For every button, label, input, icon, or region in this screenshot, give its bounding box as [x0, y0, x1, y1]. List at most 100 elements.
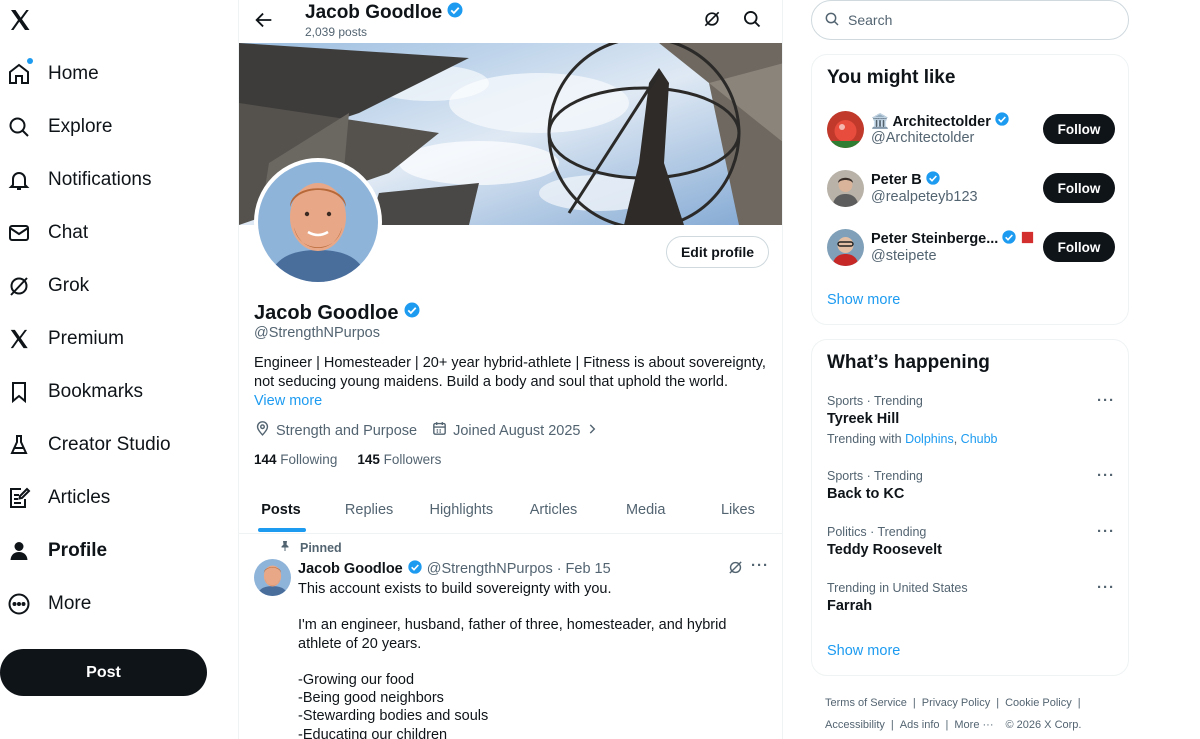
trend-more-menu[interactable]: ··· — [1097, 392, 1115, 409]
suggested-avatar[interactable] — [827, 229, 864, 266]
who-to-follow-show-more[interactable]: Show more — [827, 292, 900, 308]
trend-item[interactable]: Sports · Trending Back to KC ··· — [827, 467, 1115, 502]
back-arrow-icon[interactable] — [253, 9, 275, 31]
nav-label: Notifications — [48, 169, 152, 190]
post-author-handle[interactable]: @StrengthNPurpos — [427, 561, 553, 577]
tab-likes[interactable]: Likes — [692, 487, 782, 533]
nav-chat[interactable]: Chat — [6, 213, 88, 253]
nav-label: Bookmarks — [48, 381, 144, 402]
footer-link-privacy[interactable]: Privacy Policy — [922, 697, 990, 709]
suggested-account[interactable]: 🏛️ Architectolder @Architectolder Follow — [827, 111, 1115, 151]
chevron-right-icon — [585, 422, 599, 440]
trend-more-menu[interactable]: ··· — [1097, 467, 1115, 484]
profile-joined[interactable]: Joined August 2025 — [431, 420, 599, 441]
nav-notifications[interactable]: Notifications — [6, 160, 152, 200]
search-box[interactable] — [811, 0, 1129, 40]
trend-more-menu[interactable]: ··· — [1097, 523, 1115, 540]
verified-badge-icon[interactable] — [403, 301, 421, 325]
nav-home[interactable]: Home — [6, 54, 99, 94]
search-input[interactable] — [848, 12, 1108, 28]
suggested-name[interactable]: 🏛️ Architectolder — [871, 111, 1010, 131]
who-to-follow-card: You might like 🏛️ Architectolder @Archit… — [811, 54, 1129, 325]
nav-grok[interactable]: Grok — [6, 266, 89, 306]
post-line — [298, 653, 768, 671]
profile-handle: @StrengthNPurpos — [254, 325, 380, 341]
suggested-name[interactable]: Peter B — [871, 170, 941, 190]
nav-label: More — [48, 593, 92, 614]
nav-profile[interactable]: Profile — [6, 531, 107, 571]
footer-sep: | — [1077, 697, 1081, 709]
post-author-avatar[interactable] — [254, 559, 291, 596]
joined-text: Joined August 2025 — [453, 422, 581, 439]
trend-item[interactable]: Trending in United States Farrah ··· — [827, 579, 1115, 614]
tab-highlights[interactable]: Highlights — [415, 487, 507, 533]
post-line: -Growing our food — [298, 671, 415, 688]
trend-related-link[interactable]: Chubb — [961, 432, 998, 446]
post-dot-separator: · — [556, 561, 562, 577]
search-icon — [824, 11, 840, 30]
follow-button[interactable]: Follow — [1043, 173, 1115, 203]
nav-creator-studio[interactable]: Creator Studio — [6, 425, 171, 465]
following-link[interactable]: 144 Following — [254, 452, 337, 467]
footer-link-cookie[interactable]: Cookie Policy — [1005, 697, 1072, 709]
edit-profile-button[interactable]: Edit profile — [666, 236, 769, 268]
nav-label: Profile — [48, 540, 108, 561]
verified-badge-icon — [407, 559, 423, 579]
trend-item[interactable]: Politics · Trending Teddy Roosevelt ··· — [827, 523, 1115, 558]
nav-articles[interactable]: Articles — [6, 478, 110, 518]
profile-display-name: Jacob Goodloe — [254, 301, 421, 325]
view-more-link[interactable]: View more — [254, 393, 322, 409]
footer-copyright: © 2026 X Corp. — [1005, 719, 1082, 731]
post-more-menu[interactable]: ··· — [751, 557, 769, 574]
footer-link-ads[interactable]: Ads info — [900, 719, 940, 731]
bio-line: not seducing young maidens. Build a body… — [254, 374, 728, 390]
profile-column: Jacob Goodloe 2,039 posts Edit profile J… — [238, 0, 783, 739]
trends-show-more[interactable]: Show more — [827, 643, 900, 659]
followers-link[interactable]: 145 Followers — [357, 452, 441, 467]
suggested-avatar[interactable] — [827, 111, 864, 148]
nav-more[interactable]: More — [6, 584, 91, 624]
trend-more-menu[interactable]: ··· — [1097, 579, 1115, 596]
profile-location: Strength and Purpose — [254, 420, 417, 441]
post-body: This account exists to build sovereignty… — [298, 580, 768, 739]
footer-sep: | — [996, 697, 1000, 709]
footer-link-terms[interactable]: Terms of Service — [825, 697, 907, 709]
followers-label: Followers — [383, 452, 442, 467]
grok-icon[interactable] — [702, 9, 724, 31]
nav-label: Home — [48, 63, 99, 84]
nav-explore[interactable]: Explore — [6, 107, 112, 147]
calendar-icon — [431, 420, 448, 441]
x-logo-icon[interactable] — [8, 8, 32, 34]
footer-link-accessibility[interactable]: Accessibility — [825, 719, 885, 731]
nav-label: Explore — [48, 116, 113, 137]
grok-icon[interactable] — [727, 559, 745, 577]
tab-replies[interactable]: Replies — [323, 487, 415, 533]
follow-button[interactable]: Follow — [1043, 114, 1115, 144]
post-button[interactable]: Post — [0, 649, 207, 696]
post-author-name[interactable]: Jacob Goodloe — [298, 561, 403, 577]
search-icon[interactable] — [742, 9, 764, 31]
footer-row: Accessibility | Ads info | More ··· © 2026 X … — [825, 714, 1125, 736]
tab-posts[interactable]: Posts — [239, 487, 323, 533]
verified-badge-icon — [446, 1, 464, 25]
footer-link-more[interactable]: More ··· — [954, 719, 993, 731]
footer-row: Terms of Service | Privacy Policy | Cookie P… — [825, 692, 1125, 714]
following-label: Following — [280, 452, 338, 467]
trend-related-link[interactable]: Dolphins — [905, 432, 954, 446]
nav-bookmarks[interactable]: Bookmarks — [6, 372, 143, 412]
bio-line: Engineer | Homesteader | 20+ year hybrid… — [254, 355, 766, 371]
suggested-account[interactable]: Peter B @realpeteyb123 Follow — [827, 170, 1115, 210]
suggested-avatar[interactable] — [827, 170, 864, 207]
profile-avatar[interactable] — [254, 158, 382, 286]
tab-articles[interactable]: Articles — [507, 487, 599, 533]
post-date[interactable]: Feb 15 — [566, 561, 611, 577]
nav-premium[interactable]: Premium — [6, 319, 124, 359]
profile-tabs: Posts Replies Highlights Articles Media … — [239, 487, 782, 534]
post-line — [298, 598, 768, 616]
tab-media[interactable]: Media — [600, 487, 692, 533]
suggested-name[interactable]: Peter Steinberge... — [871, 229, 1035, 249]
follow-button[interactable]: Follow — [1043, 232, 1115, 262]
trend-topic: Farrah — [827, 598, 873, 614]
suggested-account[interactable]: Peter Steinberge... @steipete Follow — [827, 229, 1115, 269]
trend-item[interactable]: Sports · Trending Tyreek Hill Trending w… — [827, 392, 1115, 446]
